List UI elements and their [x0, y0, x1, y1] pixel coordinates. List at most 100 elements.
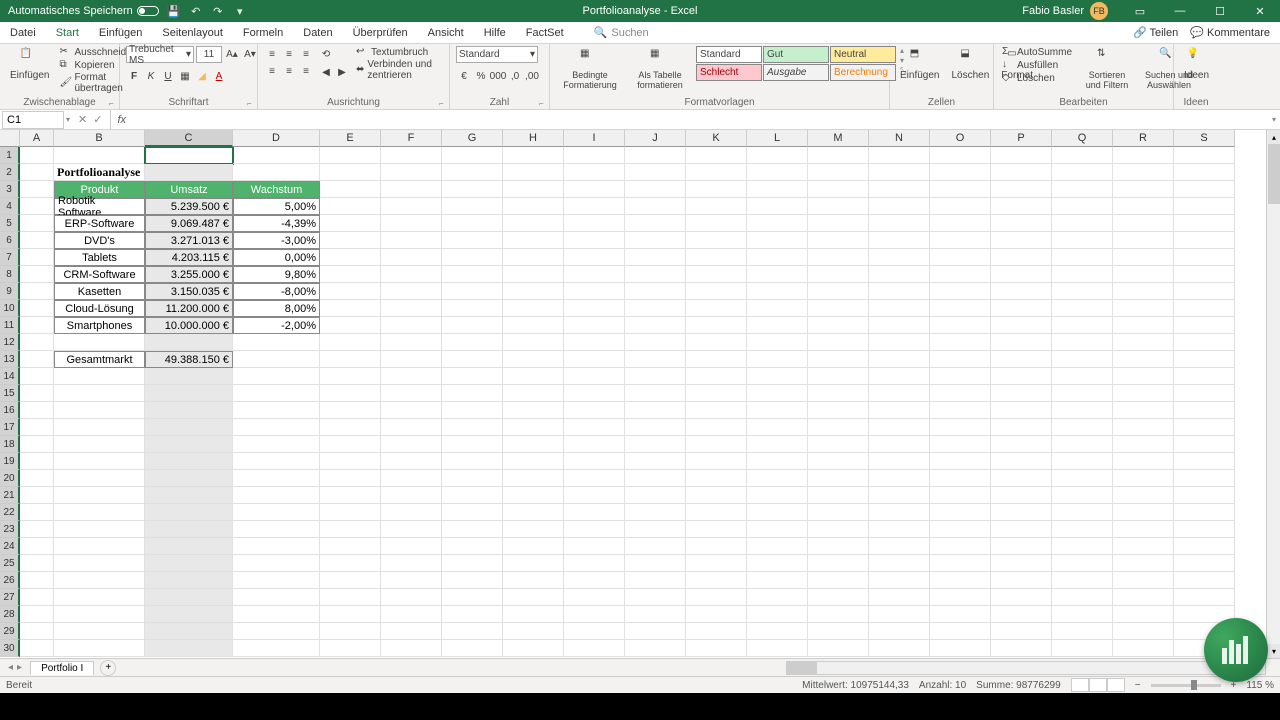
cell-H6[interactable]	[503, 232, 564, 249]
row-header-26[interactable]: 26	[0, 572, 20, 589]
cell-B2[interactable]: Portfolioanalyse	[54, 164, 145, 181]
cell-G12[interactable]	[442, 334, 503, 351]
cell-B22[interactable]	[54, 504, 145, 521]
currency-button[interactable]: €	[456, 68, 472, 84]
cell-C27[interactable]	[145, 589, 233, 606]
cell-I13[interactable]	[564, 351, 625, 368]
row-header-17[interactable]: 17	[0, 419, 20, 436]
cell-E8[interactable]	[320, 266, 381, 283]
cell-style-ausgabe[interactable]: Ausgabe	[763, 64, 829, 81]
column-header-G[interactable]: G	[442, 130, 503, 147]
cell-C20[interactable]	[145, 470, 233, 487]
cell-style-schlecht[interactable]: Schlecht	[696, 64, 762, 81]
cell-R25[interactable]	[1113, 555, 1174, 572]
cell-J26[interactable]	[625, 572, 686, 589]
cell-C28[interactable]	[145, 606, 233, 623]
cell-L26[interactable]	[747, 572, 808, 589]
cell-E30[interactable]	[320, 640, 381, 657]
cell-A17[interactable]	[20, 419, 54, 436]
row-header-16[interactable]: 16	[0, 402, 20, 419]
undo-icon[interactable]: ↶	[189, 4, 203, 18]
cell-S17[interactable]	[1174, 419, 1235, 436]
cell-B6[interactable]: DVD's	[54, 232, 145, 249]
cell-R10[interactable]	[1113, 300, 1174, 317]
cell-L15[interactable]	[747, 385, 808, 402]
cell-A15[interactable]	[20, 385, 54, 402]
cell-H26[interactable]	[503, 572, 564, 589]
orientation-button[interactable]: ⟲	[318, 46, 334, 62]
cell-Q9[interactable]	[1052, 283, 1113, 300]
cell-H16[interactable]	[503, 402, 564, 419]
cell-A14[interactable]	[20, 368, 54, 385]
cell-I14[interactable]	[564, 368, 625, 385]
cell-D27[interactable]	[233, 589, 320, 606]
autosum-button[interactable]: ΣAutoSumme	[1000, 46, 1074, 58]
cell-Q30[interactable]	[1052, 640, 1113, 657]
cell-J8[interactable]	[625, 266, 686, 283]
cell-G13[interactable]	[442, 351, 503, 368]
zoom-slider[interactable]	[1151, 684, 1221, 687]
cell-O13[interactable]	[930, 351, 991, 368]
cell-S5[interactable]	[1174, 215, 1235, 232]
cell-A6[interactable]	[20, 232, 54, 249]
cell-O25[interactable]	[930, 555, 991, 572]
cell-H10[interactable]	[503, 300, 564, 317]
cell-D12[interactable]	[233, 334, 320, 351]
cell-E24[interactable]	[320, 538, 381, 555]
cell-D21[interactable]	[233, 487, 320, 504]
cell-K7[interactable]	[686, 249, 747, 266]
cell-E4[interactable]	[320, 198, 381, 215]
fx-icon[interactable]: fx	[111, 114, 132, 126]
cell-L17[interactable]	[747, 419, 808, 436]
cell-H27[interactable]	[503, 589, 564, 606]
cell-S22[interactable]	[1174, 504, 1235, 521]
cell-O29[interactable]	[930, 623, 991, 640]
horizontal-scrollbar[interactable]	[786, 661, 1266, 675]
cell-J7[interactable]	[625, 249, 686, 266]
cell-I19[interactable]	[564, 453, 625, 470]
page-layout-view-button[interactable]	[1089, 678, 1107, 692]
cell-K17[interactable]	[686, 419, 747, 436]
vertical-scrollbar[interactable]: ▴ ▾	[1266, 130, 1280, 658]
cell-K8[interactable]	[686, 266, 747, 283]
cell-D1[interactable]	[233, 147, 320, 164]
cell-J14[interactable]	[625, 368, 686, 385]
cell-H15[interactable]	[503, 385, 564, 402]
cell-A16[interactable]	[20, 402, 54, 419]
cell-D17[interactable]	[233, 419, 320, 436]
cell-B28[interactable]	[54, 606, 145, 623]
cell-H1[interactable]	[503, 147, 564, 164]
cell-B4[interactable]: Robotik Software	[54, 198, 145, 215]
tab-überprüfen[interactable]: Überprüfen	[343, 22, 418, 43]
cell-F29[interactable]	[381, 623, 442, 640]
cell-R5[interactable]	[1113, 215, 1174, 232]
cell-G23[interactable]	[442, 521, 503, 538]
cell-B25[interactable]	[54, 555, 145, 572]
cell-R8[interactable]	[1113, 266, 1174, 283]
cell-H8[interactable]	[503, 266, 564, 283]
cell-P20[interactable]	[991, 470, 1052, 487]
cell-S10[interactable]	[1174, 300, 1235, 317]
cell-C4[interactable]: 5.239.500 €	[145, 198, 233, 215]
tab-einfügen[interactable]: Einfügen	[89, 22, 152, 43]
cell-D22[interactable]	[233, 504, 320, 521]
cell-Q3[interactable]	[1052, 181, 1113, 198]
cell-K26[interactable]	[686, 572, 747, 589]
cell-H2[interactable]	[503, 164, 564, 181]
row-header-23[interactable]: 23	[0, 521, 20, 538]
dialog-launcher-icon[interactable]: ⌐	[439, 99, 447, 107]
normal-view-button[interactable]	[1071, 678, 1089, 692]
cell-A30[interactable]	[20, 640, 54, 657]
cell-C11[interactable]: 10.000.000 €	[145, 317, 233, 334]
cell-N28[interactable]	[869, 606, 930, 623]
cell-D8[interactable]: 9,80%	[233, 266, 320, 283]
cell-M4[interactable]	[808, 198, 869, 215]
font-name-select[interactable]: Trebuchet MS▾	[126, 46, 194, 63]
cell-E10[interactable]	[320, 300, 381, 317]
cell-O3[interactable]	[930, 181, 991, 198]
cell-G21[interactable]	[442, 487, 503, 504]
cell-D23[interactable]	[233, 521, 320, 538]
cell-G6[interactable]	[442, 232, 503, 249]
cell-D29[interactable]	[233, 623, 320, 640]
cell-H17[interactable]	[503, 419, 564, 436]
